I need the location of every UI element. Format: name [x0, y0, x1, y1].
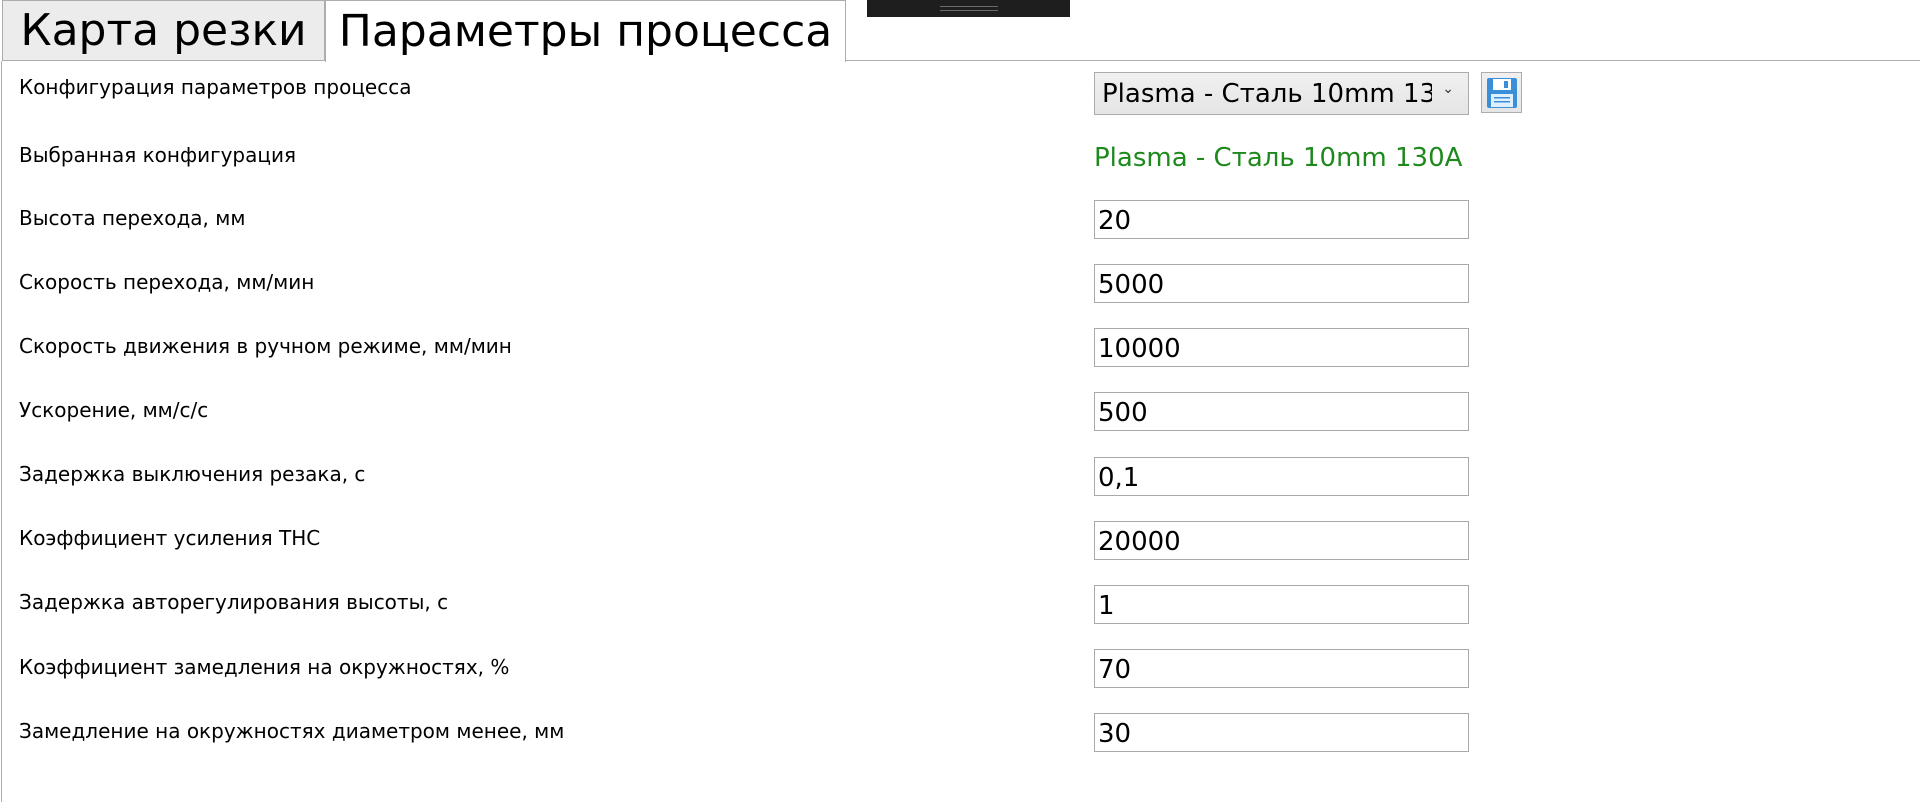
torch-off-delay-input[interactable]: [1094, 457, 1469, 496]
param-label-circle-slowdown-ratio: Коэффициент замедления на окружностях, %: [19, 655, 510, 679]
param-label-torch-off-delay: Задержка выключения резака, с: [19, 462, 366, 486]
auto-height-delay-input[interactable]: [1094, 585, 1469, 624]
thc-gain-input[interactable]: [1094, 521, 1469, 560]
app-window: Карта резки Параметры процесса Конфигура…: [0, 0, 1920, 802]
param-label-transition-height: Высота перехода, мм: [19, 206, 246, 230]
process-parameters-panel: Конфигурация параметров процесса Plasma …: [1, 61, 1920, 802]
grip-icon: [940, 6, 998, 11]
selected-config-label: Выбранная конфигурация: [19, 143, 297, 167]
param-label-thc-gain: Коэффициент усиления THC: [19, 526, 321, 550]
circle-slowdown-diameter-input[interactable]: [1094, 713, 1469, 752]
config-combobox-value: Plasma - Сталь 10mm 130A: [1102, 78, 1432, 109]
save-config-button[interactable]: [1481, 72, 1522, 113]
circle-slowdown-ratio-input[interactable]: [1094, 649, 1469, 688]
param-label-acceleration: Ускорение, мм/с/с: [19, 398, 209, 422]
transition-height-input[interactable]: [1094, 200, 1469, 239]
transition-speed-input[interactable]: [1094, 264, 1469, 303]
param-label-auto-height-delay: Задержка авторегулирования высоты, с: [19, 590, 449, 614]
config-label: Конфигурация параметров процесса: [19, 75, 412, 99]
tab-bar: Карта резки Параметры процесса: [0, 0, 1920, 62]
tab-cutting-map[interactable]: Карта резки: [2, 0, 325, 61]
manual-speed-input[interactable]: [1094, 328, 1469, 367]
param-label-transition-speed: Скорость перехода, мм/мин: [19, 270, 315, 294]
tab-cutting-map-label: Карта резки: [20, 5, 307, 56]
tab-process-parameters[interactable]: Параметры процесса: [325, 0, 846, 62]
dark-grip-handle[interactable]: [867, 0, 1070, 17]
param-label-circle-slowdown-diameter: Замедление на окружностях диаметром мене…: [19, 719, 565, 743]
tab-process-parameters-label: Параметры процесса: [338, 6, 833, 57]
floppy-disk-icon: [1486, 77, 1517, 108]
param-label-manual-speed: Скорость движения в ручном режиме, мм/ми…: [19, 334, 512, 358]
acceleration-input[interactable]: [1094, 392, 1469, 431]
selected-config-value: Plasma - Сталь 10mm 130A: [1094, 143, 1463, 173]
chevron-down-icon: ⌄: [1442, 81, 1454, 97]
config-combobox[interactable]: Plasma - Сталь 10mm 130A ⌄: [1094, 72, 1469, 115]
